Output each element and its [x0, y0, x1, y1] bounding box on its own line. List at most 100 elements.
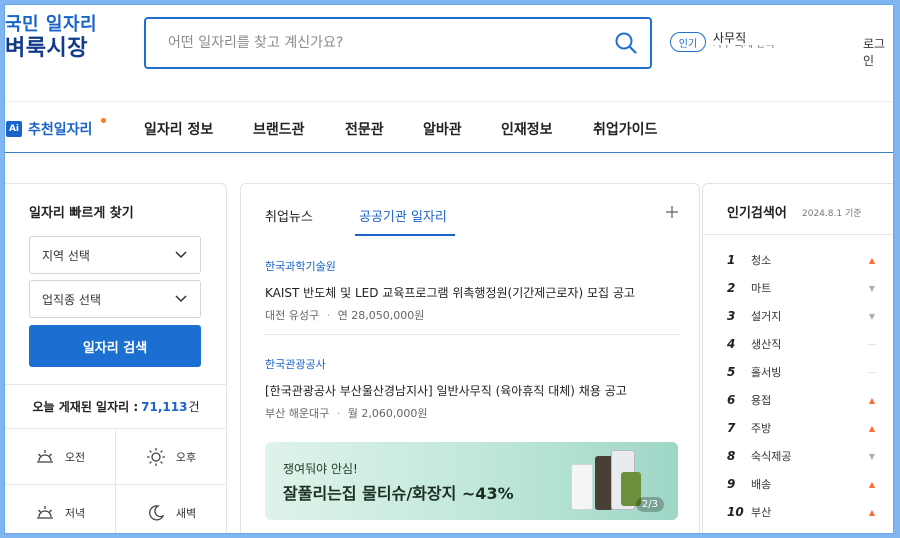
job-search-button[interactable]: 일자리 검색 — [29, 325, 201, 367]
trend-up-icon: ▲ — [868, 507, 876, 517]
tab-employment-news[interactable]: 취업뉴스 — [265, 206, 313, 225]
rank-number: 3 — [727, 309, 736, 323]
search-bar — [144, 17, 652, 69]
banner-title: 잘풀리는집 물티슈/화장지 ~43% — [283, 484, 514, 503]
ai-icon: Ai — [6, 121, 22, 137]
search-input[interactable] — [146, 19, 602, 67]
trend-up-icon: ▲ — [868, 479, 876, 489]
sunset-icon — [36, 505, 53, 519]
rank-word: 용접 — [751, 394, 772, 407]
rank-word: 부산 — [751, 506, 772, 519]
banner-pager[interactable]: 2/3 — [635, 497, 664, 512]
main-nav: Ai 추천일자리 일자리 정보 브랜드관 전문관 알바관 인재정보 취업가이드 — [5, 101, 893, 153]
more-plus-icon[interactable] — [665, 204, 679, 223]
popular-search-panel: 인기검색어 2024.8.1 기준 1 청소 ▲ 2 마트 ▼ 3 설거지 ▼ 4 생산직 — 5 홀서빙… — [702, 183, 893, 533]
promo-banner[interactable]: 쟁여둬야 안심! 잘풀리는집 물티슈/화장지 ~43% 2/3 — [265, 442, 678, 520]
popular-rank-item[interactable]: 5 홀서빙 — — [727, 362, 877, 382]
list-item[interactable]: 한국관광공사 [한국관광공사 부산울산경남지사] 일반사무직 (육아휴직 대체)… — [265, 356, 680, 421]
banner-subtitle: 쟁여둬야 안심! — [283, 462, 358, 476]
logo-line2: 벼룩시장 — [5, 35, 88, 61]
time-evening-label: 저녁 — [64, 506, 86, 520]
rank-word: 생산직 — [751, 338, 782, 351]
region-select[interactable]: 지역 선택 — [29, 236, 201, 274]
nav-item-guide[interactable]: 취업가이드 — [593, 119, 657, 139]
chevron-down-icon — [174, 292, 188, 309]
job-headline[interactable]: [한국관광공사 부산울산경남지사] 일반사무직 (육아휴직 대체) 채용 공고 — [265, 382, 680, 399]
time-evening[interactable]: 저녁 — [5, 485, 115, 533]
login-link[interactable]: 로그인 — [863, 35, 893, 69]
popular-rank-item[interactable]: 8 숙식제공 ▼ — [727, 446, 877, 466]
rank-word: 청소 — [751, 254, 772, 267]
site-logo[interactable]: 국민 일자리 벼룩시장 — [5, 14, 98, 61]
job-org: 한국관광공사 — [265, 358, 326, 371]
today-posted-count: 오늘 게재된 일자리 : 71,113 건 — [5, 384, 227, 428]
industry-select[interactable]: 업직종 선택 — [29, 280, 201, 318]
rank-word: 주방 — [751, 422, 772, 435]
rank-word: 설거지 — [751, 310, 782, 323]
rank-number: 8 — [727, 449, 736, 463]
time-morning-label: 오전 — [64, 450, 86, 464]
popular-rank-item[interactable]: 6 용접 ▲ — [727, 390, 877, 410]
rank-word: 숙식제공 — [751, 450, 792, 463]
rank-number: 6 — [727, 393, 736, 407]
today-count: 71,113 — [141, 399, 188, 414]
active-tab-indicator — [355, 234, 455, 236]
time-dawn[interactable]: 새벽 — [116, 485, 226, 533]
rolling-popular-next: 사무·회계·관리 — [713, 45, 793, 50]
popular-date: 2024.8.1 기준 — [802, 209, 862, 219]
search-icon[interactable] — [602, 19, 650, 67]
rank-word: 마트 — [751, 282, 772, 295]
list-item[interactable]: 한국과학기술원 KAIST 반도체 및 LED 교육프로그램 위촉행정원(기간제… — [265, 258, 680, 323]
industry-select-label: 업직종 선택 — [42, 292, 102, 307]
nav-item-brand[interactable]: 브랜드관 — [253, 119, 305, 139]
nav-item-parttime[interactable]: 알바관 — [423, 119, 462, 139]
quick-find-title: 일자리 빠르게 찾기 — [29, 206, 134, 221]
popular-rank-item[interactable]: 7 주방 ▲ — [727, 418, 877, 438]
rank-number: 5 — [727, 365, 736, 379]
job-org: 한국과학기술원 — [265, 260, 336, 273]
rank-word: 홀서빙 — [751, 366, 782, 379]
job-headline[interactable]: KAIST 반도체 및 LED 교육프로그램 위촉행정원(기간제근로자) 모집 … — [265, 284, 680, 301]
nav-item-talent[interactable]: 인재정보 — [501, 119, 553, 139]
trend-up-icon: ▲ — [868, 255, 876, 265]
trend-down-icon: ▼ — [868, 283, 876, 293]
rank-number: 10 — [727, 505, 744, 519]
job-location: 대전 유성구 — [265, 309, 320, 322]
popular-rank-item[interactable]: 4 생산직 — — [727, 334, 877, 354]
quick-find-panel: 일자리 빠르게 찾기 지역 선택 업직종 선택 일자리 검색 오늘 게재된 일자… — [5, 183, 227, 533]
trend-same-icon: — — [868, 367, 876, 377]
divider — [265, 334, 680, 335]
popular-rank-item[interactable]: 9 배송 ▲ — [727, 474, 877, 494]
time-dawn-label: 새벽 — [175, 506, 197, 520]
job-location: 부산 해운대구 — [265, 407, 330, 420]
time-afternoon[interactable]: 오후 — [116, 429, 226, 484]
moon-icon — [148, 504, 165, 521]
trend-up-icon: ▲ — [868, 395, 876, 405]
nav-item-job-info[interactable]: 일자리 정보 — [144, 119, 213, 139]
job-meta: 부산 해운대구 · 월 2,060,000원 — [265, 407, 428, 420]
new-dot-icon — [101, 118, 106, 123]
nav-item-specialty[interactable]: 전문관 — [345, 119, 384, 139]
rank-number: 7 — [727, 421, 736, 435]
rank-number: 2 — [727, 281, 736, 295]
job-pay: 월 2,060,000원 — [347, 407, 428, 420]
chevron-down-icon — [174, 248, 188, 265]
job-meta: 대전 유성구 · 연 28,050,000원 — [265, 309, 425, 322]
popular-rank-item[interactable]: 1 청소 ▲ — [727, 250, 877, 270]
rank-number: 4 — [727, 337, 736, 351]
trend-same-icon: — — [868, 339, 876, 349]
region-select-label: 지역 선택 — [42, 248, 90, 263]
sun-icon — [146, 447, 165, 466]
popular-rank-item[interactable]: 10 부산 ▲ — [727, 502, 877, 522]
time-morning[interactable]: 오전 — [5, 429, 115, 484]
popular-rank-item[interactable]: 3 설거지 ▼ — [727, 306, 877, 326]
nav-item-recommend[interactable]: 추천일자리 — [28, 119, 92, 139]
tab-public-jobs[interactable]: 공공기관 일자리 — [359, 206, 447, 225]
job-pay: 연 28,050,000원 — [337, 309, 425, 322]
logo-line1: 국민 일자리 — [5, 14, 98, 35]
popular-rank-item[interactable]: 2 마트 ▼ — [727, 278, 877, 298]
today-label: 오늘 게재된 일자리 : — [32, 400, 139, 414]
popular-title: 인기검색어 — [727, 206, 787, 221]
rank-word: 배송 — [751, 478, 772, 491]
time-afternoon-label: 오후 — [175, 450, 197, 464]
